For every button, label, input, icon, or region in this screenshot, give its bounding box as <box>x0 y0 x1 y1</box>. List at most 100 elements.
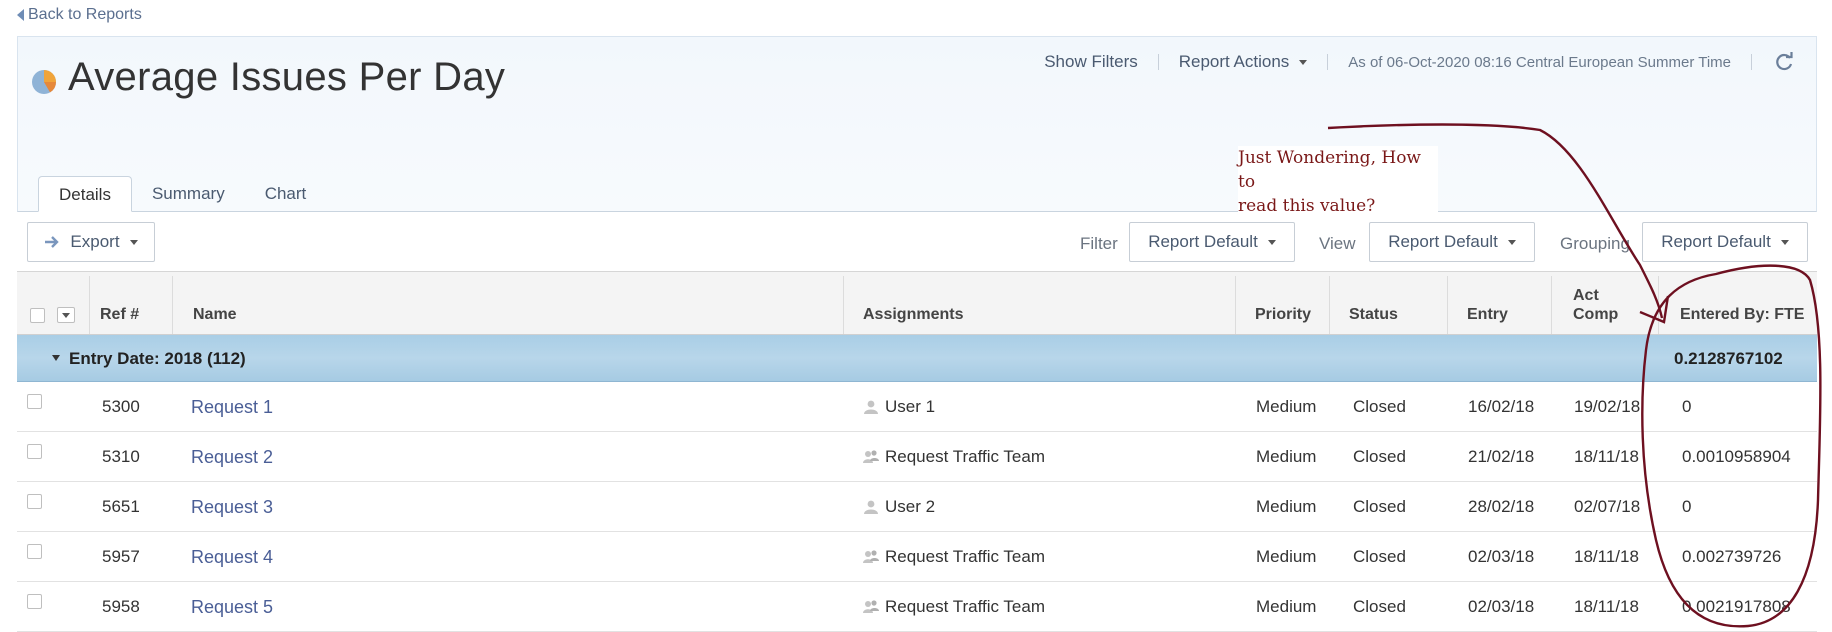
column-divider <box>89 276 90 334</box>
person-icon <box>864 500 878 514</box>
pie-chart-icon <box>32 70 56 94</box>
group-fte-total: 0.2128767102 <box>1674 349 1783 368</box>
people-icon <box>863 550 879 563</box>
assignment-name: User 2 <box>885 497 936 516</box>
act-comp-date: 19/02/18 <box>1574 397 1641 416</box>
page-title: Average Issues Per Day <box>68 55 506 99</box>
chevron-down-icon <box>1780 239 1789 245</box>
table-row[interactable]: 5651 Request 3 User 2 Medium Closed 28/02/18 0… <box>17 482 1817 532</box>
group-label: Entry Date: 2018 (112) <box>69 349 246 368</box>
entered-by-fte: 0.0021917808 <box>1682 597 1791 616</box>
refresh-icon <box>1776 52 1793 71</box>
assignment: User 1 <box>863 397 935 417</box>
column-header-act-comp[interactable]: Act Comp <box>1573 286 1618 324</box>
report-actions-dropdown[interactable]: Report Actions <box>1159 52 1328 72</box>
act-comp-date: 02/07/18 <box>1574 497 1641 516</box>
chevron-down-icon <box>1507 239 1516 245</box>
as-of-timestamp: As of 06-Oct-2020 08:16 Central European… <box>1348 53 1731 71</box>
row-checkbox[interactable] <box>27 394 42 409</box>
tab-summary[interactable]: Summary <box>132 176 245 212</box>
ref-number: 5651 <box>102 497 140 516</box>
group-row-entry-date-2018[interactable]: Entry Date: 2018 (112) 0.2128767102 <box>17 335 1817 382</box>
column-divider <box>1551 276 1552 334</box>
view-value: Report Default <box>1388 232 1498 251</box>
chevron-down-icon <box>129 239 138 245</box>
column-divider <box>1447 276 1448 334</box>
request-name-link[interactable]: Request 2 <box>191 447 273 468</box>
grouping-value: Report Default <box>1661 232 1771 251</box>
assignment: Request Traffic Team <box>863 597 1045 617</box>
ref-number: 5958 <box>102 597 140 616</box>
table-header: Ref # Name Assignments Priority Status E… <box>17 272 1817 335</box>
status: Closed <box>1353 497 1406 516</box>
select-all-checkbox[interactable] <box>30 308 45 323</box>
ref-number: 5957 <box>102 547 140 566</box>
priority: Medium <box>1256 547 1317 566</box>
annotation-line-2: read this value? <box>1238 196 1376 216</box>
column-header-ref[interactable]: Ref # <box>100 305 139 324</box>
people-icon <box>863 600 879 613</box>
request-name-link[interactable]: Request 5 <box>191 597 273 618</box>
annotation-note: Just Wondering, How to read this value? <box>1238 146 1438 218</box>
column-header-act-comp-line-1: Act <box>1573 287 1599 304</box>
request-name-link[interactable]: Request 4 <box>191 547 273 568</box>
row-checkbox[interactable] <box>27 444 42 459</box>
request-name-link[interactable]: Request 3 <box>191 497 273 518</box>
act-comp-date: 18/11/18 <box>1574 547 1639 566</box>
header-actions: Show Filters Report Actions As of 06-Oct… <box>1024 49 1816 75</box>
column-header-name[interactable]: Name <box>193 305 237 324</box>
filter-value: Report Default <box>1148 232 1258 251</box>
filter-dropdown[interactable]: Report Default <box>1129 222 1295 262</box>
refresh-button[interactable] <box>1752 50 1816 74</box>
ref-number: 5300 <box>102 397 140 416</box>
row-checkbox[interactable] <box>27 544 42 559</box>
entry-date: 16/02/18 <box>1468 397 1535 416</box>
report-toolbar: Export Filter Report Default View Report… <box>17 212 1817 272</box>
assignment-name: User 1 <box>885 397 936 416</box>
status: Closed <box>1353 447 1406 466</box>
back-to-reports-link[interactable]: Back to Reports <box>17 6 142 24</box>
export-button[interactable]: Export <box>27 222 155 262</box>
person-icon <box>864 400 878 414</box>
chevron-down-icon <box>1267 239 1276 245</box>
grouping-dropdown[interactable]: Report Default <box>1642 222 1808 262</box>
row-checkbox[interactable] <box>27 594 42 609</box>
show-filters-button[interactable]: Show Filters <box>1024 52 1158 72</box>
assignment-name: Request Traffic Team <box>885 597 1046 616</box>
table-row[interactable]: 5300 Request 1 User 1 Medium Closed 16/02/18 1… <box>17 382 1817 432</box>
view-label: View <box>1319 234 1356 253</box>
tab-chart[interactable]: Chart <box>245 176 327 212</box>
column-header-entered-by-fte[interactable]: Entered By: FTE <box>1680 305 1804 324</box>
priority: Medium <box>1256 447 1317 466</box>
column-header-act-comp-line-2: Comp <box>1573 306 1619 323</box>
column-header-entry[interactable]: Entry <box>1467 305 1508 324</box>
assignment: User 2 <box>863 497 935 517</box>
request-name-link[interactable]: Request 1 <box>191 397 273 418</box>
entry-date: 21/02/18 <box>1468 447 1535 466</box>
back-to-reports-label: Back to Reports <box>28 6 142 23</box>
assignment: Request Traffic Team <box>863 547 1045 567</box>
assignment: Request Traffic Team <box>863 447 1045 467</box>
select-options-menu[interactable] <box>57 307 75 323</box>
table-row[interactable]: 5957 Request 4 Request Traffic Team Medium C… <box>17 532 1817 582</box>
column-divider <box>1329 276 1330 334</box>
table-row[interactable]: 5310 Request 2 Request Traffic Team Medium C… <box>17 432 1817 482</box>
tab-details[interactable]: Details <box>38 176 132 212</box>
row-checkbox[interactable] <box>27 494 42 509</box>
entered-by-fte: 0 <box>1682 497 1692 516</box>
column-header-priority[interactable]: Priority <box>1255 305 1311 324</box>
priority: Medium <box>1256 397 1317 416</box>
priority: Medium <box>1256 497 1317 516</box>
entry-date: 28/02/18 <box>1468 497 1535 516</box>
chevron-down-icon <box>1299 59 1308 65</box>
table-row[interactable]: 5958 Request 5 Request Traffic Team Medium C… <box>17 582 1817 632</box>
column-header-status[interactable]: Status <box>1349 305 1398 324</box>
view-dropdown[interactable]: Report Default <box>1369 222 1535 262</box>
column-divider <box>172 276 173 334</box>
entry-date: 02/03/18 <box>1468 547 1535 566</box>
assignment-name: Request Traffic Team <box>885 447 1046 466</box>
collapse-triangle-icon[interactable] <box>52 355 60 361</box>
report-header: Average Issues Per Day Show Filters Repo… <box>17 36 1817 212</box>
column-header-assignments[interactable]: Assignments <box>863 305 963 324</box>
filter-label: Filter <box>1080 234 1118 253</box>
